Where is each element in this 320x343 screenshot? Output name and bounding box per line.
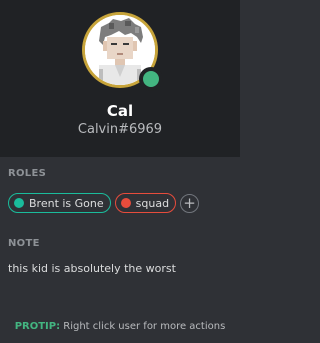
- user-tag: Calvin#6969: [77, 122, 163, 137]
- protip-label: PROTIP:: [14, 321, 61, 332]
- protip-footer: PROTIP: Right click user for more action…: [0, 321, 240, 333]
- username: Cal: [106, 102, 134, 120]
- user-profile-popout: Cal Calvin#6969 ROLES Brent is Gone squa…: [0, 0, 240, 343]
- roles-heading: ROLES: [8, 168, 47, 179]
- protip-text: Right click user for more actions: [60, 321, 226, 332]
- online-status-icon: [139, 67, 163, 91]
- add-role-button[interactable]: +: [180, 193, 200, 213]
- role-color-dot: [14, 198, 24, 208]
- role-color-dot: [120, 198, 131, 208]
- role-name: squad: [135, 196, 170, 210]
- note-field[interactable]: this kid is absolutely the worst: [8, 262, 232, 276]
- role-pill-brent-is-gone[interactable]: Brent is Gone: [8, 193, 111, 213]
- profile-header: Cal Calvin#6969: [0, 0, 240, 157]
- note-heading: NOTE: [8, 238, 40, 249]
- role-name: Brent is Gone: [29, 196, 104, 210]
- plus-icon: +: [183, 193, 196, 212]
- role-pill-squad[interactable]: squad: [114, 193, 177, 213]
- roles-list: Brent is Gone squad +: [8, 193, 200, 213]
